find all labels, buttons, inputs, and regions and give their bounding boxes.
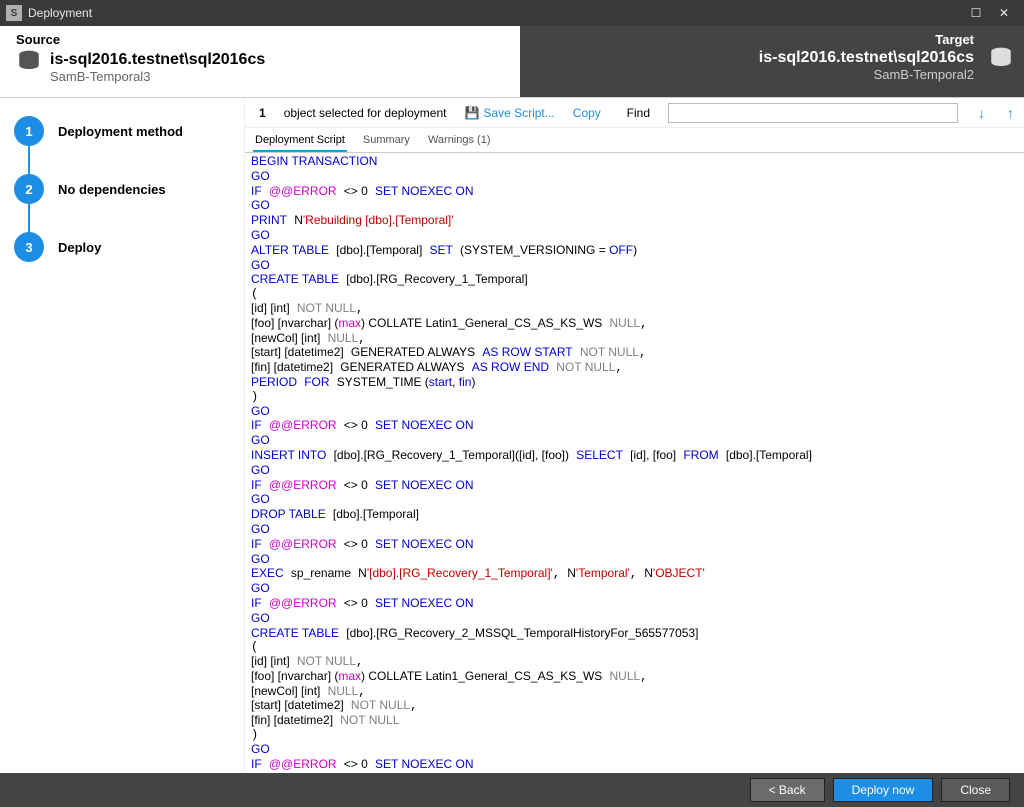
step-number: 2 [14,174,44,204]
step-number: 3 [14,232,44,262]
step-number: 1 [14,116,44,146]
object-count: 1 [259,106,266,120]
close-button[interactable]: Close [941,778,1010,802]
sql-script: BEGIN TRANSACTION GO IF @@ERROR <> 0 SET… [245,153,1024,773]
maximize-button[interactable]: ☐ [962,3,990,23]
find-next-down-icon[interactable]: ↓ [976,105,987,121]
step-label: Deploy [58,240,101,255]
step-deployment-method[interactable]: 1 Deployment method [14,116,244,146]
main: 1 object selected for deployment 💾 Save … [245,98,1024,773]
find-input[interactable] [668,103,958,123]
find-next-up-icon[interactable]: ↑ [1005,105,1016,121]
target-label: Target [536,32,974,47]
target-database: SamB-Temporal2 [536,67,974,82]
close-window-button[interactable]: ✕ [990,3,1018,23]
save-script-label: Save Script... [483,106,554,120]
source-database: SamB-Temporal3 [50,69,265,84]
footer: < Back Deploy now Close [0,773,1024,807]
step-no-dependencies[interactable]: 2 No dependencies [14,174,244,204]
body: 1 Deployment method 2 No dependencies 3 … [0,98,1024,773]
tab-warnings[interactable]: Warnings (1) [426,132,493,152]
app-icon: S [6,5,22,21]
target-server: is-sql2016.testnet\sql2016cs [536,49,974,67]
tabs: Deployment Script Summary Warnings (1) [245,128,1024,153]
database-icon [16,49,42,75]
step-label: Deployment method [58,124,183,139]
step-label: No dependencies [58,182,166,197]
find-label: Find [627,106,650,120]
deploy-now-button[interactable]: Deploy now [833,778,934,802]
source-target-header: Source is-sql2016.testnet\sql2016cs SamB… [0,26,1024,98]
save-icon: 💾 [464,106,479,120]
script-viewer[interactable]: BEGIN TRANSACTION GO IF @@ERROR <> 0 SET… [245,153,1024,773]
target-panel: Target is-sql2016.testnet\sql2016cs SamB… [520,26,1024,97]
copy-link[interactable]: Copy [573,106,601,120]
stepper: 1 Deployment method 2 No dependencies 3 … [0,98,245,773]
tab-deployment-script[interactable]: Deployment Script [253,132,347,152]
step-deploy[interactable]: 3 Deploy [14,232,244,262]
back-button[interactable]: < Back [750,778,825,802]
source-panel: Source is-sql2016.testnet\sql2016cs SamB… [0,26,520,97]
source-label: Source [16,32,504,47]
save-script-link[interactable]: 💾 Save Script... [464,106,554,120]
toolbar: 1 object selected for deployment 💾 Save … [245,98,1024,128]
database-icon [988,46,1014,72]
titlebar: S Deployment ☐ ✕ [0,0,1024,26]
object-count-label: object selected for deployment [284,106,447,120]
tab-summary[interactable]: Summary [361,132,412,152]
source-server: is-sql2016.testnet\sql2016cs [50,51,265,69]
window-title: Deployment [28,6,962,20]
